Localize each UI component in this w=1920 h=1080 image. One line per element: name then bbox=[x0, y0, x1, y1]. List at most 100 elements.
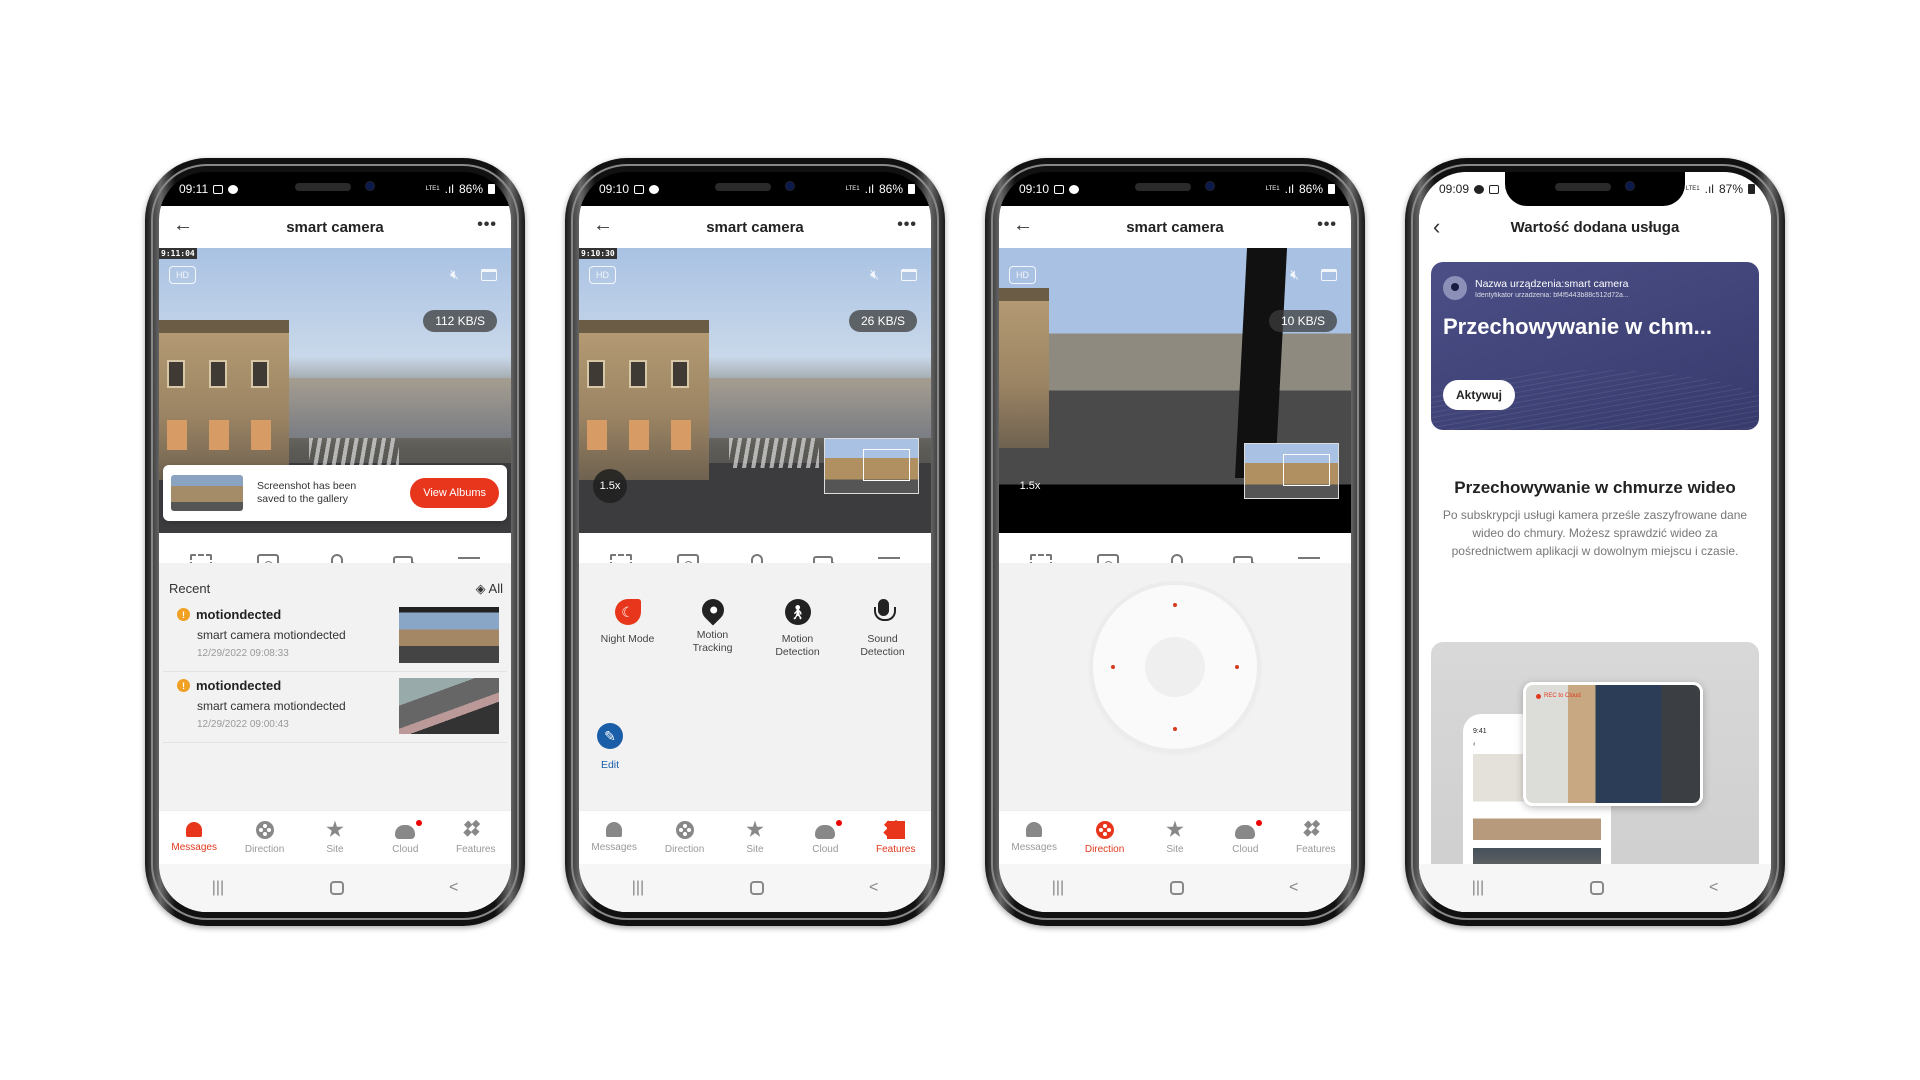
hd-quality-button[interactable]: HD bbox=[169, 266, 196, 284]
tab-messages[interactable]: Messages bbox=[162, 822, 226, 853]
nav-back-button[interactable]: < bbox=[1709, 879, 1718, 897]
tab-direction[interactable]: Direction bbox=[653, 820, 717, 855]
features-grid-icon bbox=[886, 820, 905, 839]
notification-dot bbox=[1256, 819, 1263, 826]
nav-back-button[interactable]: < bbox=[1289, 879, 1298, 897]
pan-right-button[interactable] bbox=[1235, 665, 1239, 669]
tab-cloud[interactable]: Cloud bbox=[793, 819, 857, 855]
tab-site[interactable]: Site bbox=[303, 820, 367, 855]
home-button[interactable] bbox=[1169, 881, 1184, 895]
hd-quality-button[interactable]: HD bbox=[589, 266, 616, 284]
recent-apps-button[interactable]: ||| bbox=[212, 879, 224, 897]
event-title: motiondected bbox=[196, 607, 282, 622]
minimap-preview[interactable] bbox=[1244, 443, 1339, 499]
event-list-item[interactable]: ! motiondected smart camera motiondected … bbox=[163, 672, 507, 743]
nav-back-button[interactable]: < bbox=[869, 879, 878, 897]
screenshot-thumbnail[interactable] bbox=[171, 475, 243, 511]
hd-quality-button[interactable]: HD bbox=[1009, 266, 1036, 284]
more-options-icon[interactable]: ••• bbox=[1317, 216, 1337, 234]
feature-motion-detection[interactable]: 🚶︎ Motion Detection bbox=[763, 599, 833, 659]
event-description: smart camera motiondected bbox=[197, 628, 346, 642]
feature-label: Motion Tracking bbox=[692, 629, 733, 654]
tab-features[interactable]: Features bbox=[864, 820, 928, 855]
pan-left-button[interactable] bbox=[1111, 665, 1115, 669]
pan-up-button[interactable] bbox=[1173, 603, 1177, 607]
home-button[interactable] bbox=[1589, 881, 1604, 895]
tab-messages[interactable]: Messages bbox=[582, 822, 646, 853]
recent-apps-button[interactable]: ||| bbox=[632, 879, 644, 897]
all-events-link[interactable]: ◈ All bbox=[476, 581, 503, 597]
landscape-mode-icon[interactable] bbox=[481, 269, 497, 281]
landscape-mode-icon[interactable] bbox=[1321, 269, 1337, 281]
speaker-muted-icon[interactable]: 🔇︎ bbox=[870, 266, 879, 283]
back-arrow-icon[interactable]: ← bbox=[593, 214, 613, 237]
tab-label: Site bbox=[1166, 843, 1184, 855]
speaker-muted-icon[interactable]: 🔇︎ bbox=[1290, 266, 1299, 283]
tab-direction[interactable]: Direction bbox=[233, 820, 297, 855]
messenger-notification-icon bbox=[649, 184, 660, 194]
page-title: smart camera bbox=[286, 218, 384, 236]
speaker-muted-icon[interactable]: 🔇︎ bbox=[450, 266, 459, 283]
landscape-mode-icon[interactable] bbox=[901, 269, 917, 281]
tab-cloud[interactable]: Cloud bbox=[373, 819, 437, 855]
minimap-preview[interactable] bbox=[824, 438, 919, 494]
status-time: 09:11 bbox=[179, 182, 209, 196]
activate-button[interactable]: Aktywuj bbox=[1443, 380, 1516, 410]
tab-cloud[interactable]: Cloud bbox=[1213, 819, 1277, 855]
tab-features[interactable]: Features bbox=[444, 821, 508, 855]
home-button[interactable] bbox=[329, 881, 344, 895]
tab-label: Cloud bbox=[812, 843, 839, 855]
tab-label: Direction bbox=[664, 843, 705, 855]
warning-icon: ! bbox=[177, 679, 190, 692]
battery-icon bbox=[1748, 184, 1755, 194]
event-thumbnail[interactable] bbox=[399, 678, 499, 734]
feature-motion-tracking[interactable]: Motion Tracking bbox=[678, 594, 748, 659]
messenger-notification-icon bbox=[1474, 184, 1485, 194]
phone-screen: 09:10 VoLTE LTE1.ıl86% ← smart camera ••… bbox=[999, 172, 1351, 912]
phone-direction: 09:10 VoLTE LTE1.ıl86% ← smart camera ••… bbox=[985, 158, 1365, 926]
feature-sound-detection[interactable]: Sound Detection bbox=[848, 599, 918, 659]
rec-indicator: REC to Cloud bbox=[1536, 693, 1581, 699]
tab-site[interactable]: Site bbox=[1143, 820, 1207, 855]
tab-features[interactable]: Features bbox=[1284, 821, 1348, 855]
event-description: smart camera motiondected bbox=[197, 699, 346, 713]
more-options-icon[interactable]: ••• bbox=[897, 216, 917, 234]
direction-pad[interactable] bbox=[1093, 585, 1257, 749]
event-thumbnail[interactable] bbox=[399, 607, 499, 663]
section-title: Przechowywanie w chmurze wideo bbox=[1454, 478, 1736, 497]
camera-live-view[interactable]: 9:11:04 HD 🔇︎ 112 KB/S Screenshot has be… bbox=[159, 248, 511, 533]
recent-apps-button[interactable]: ||| bbox=[1052, 879, 1064, 897]
tab-site[interactable]: Site bbox=[723, 820, 787, 855]
bottom-tab-bar: Messages Direction Site Cloud Features bbox=[579, 810, 931, 864]
recent-apps-button[interactable]: ||| bbox=[1472, 879, 1484, 897]
back-arrow-icon[interactable]: ← bbox=[173, 214, 193, 237]
home-button[interactable] bbox=[749, 881, 764, 895]
camera-live-view[interactable]: 9:10:30 HD 🔇︎ 26 KB/S 1.5x bbox=[579, 248, 931, 533]
event-time: 12/29/2022 09:08:33 bbox=[197, 648, 289, 659]
tab-messages[interactable]: Messages bbox=[1002, 822, 1066, 853]
device-name: Nazwa urządzenia:smart camera bbox=[1475, 277, 1629, 290]
event-list-item[interactable]: ! motiondected smart camera motiondected … bbox=[163, 601, 507, 672]
video-timestamp: 9:10:30 bbox=[579, 248, 617, 259]
feature-label: Night Mode bbox=[600, 633, 655, 645]
nav-back-button[interactable]: < bbox=[449, 879, 458, 897]
direction-pad-center[interactable] bbox=[1145, 637, 1205, 697]
feature-label: Sound Detection bbox=[860, 633, 905, 658]
status-time: 09:10 bbox=[599, 182, 630, 196]
zoom-level-badge[interactable]: 1.5x bbox=[593, 469, 627, 503]
zoom-level-badge[interactable]: 1.5x bbox=[1013, 469, 1047, 503]
view-albums-button[interactable]: View Albums bbox=[410, 478, 499, 508]
gallery-notification-icon bbox=[634, 184, 645, 194]
star-icon bbox=[1166, 820, 1184, 837]
tab-direction[interactable]: Direction bbox=[1073, 820, 1137, 855]
edit-features-button[interactable]: ✎ Edit bbox=[597, 723, 623, 771]
tab-label: Features bbox=[1296, 843, 1336, 855]
back-chevron-icon[interactable]: ‹ bbox=[1433, 214, 1440, 240]
screenshot-toast: Screenshot has been saved to the gallery… bbox=[163, 465, 507, 521]
more-options-icon[interactable]: ••• bbox=[477, 216, 497, 234]
feature-night-mode[interactable]: ☾ Night Mode bbox=[593, 599, 663, 659]
camera-live-view[interactable]: HD 🔇︎ 10 KB/S 1.5x bbox=[999, 248, 1351, 533]
back-arrow-icon[interactable]: ← bbox=[1013, 214, 1033, 237]
pan-down-button[interactable] bbox=[1173, 727, 1177, 731]
all-label: All bbox=[488, 581, 503, 596]
